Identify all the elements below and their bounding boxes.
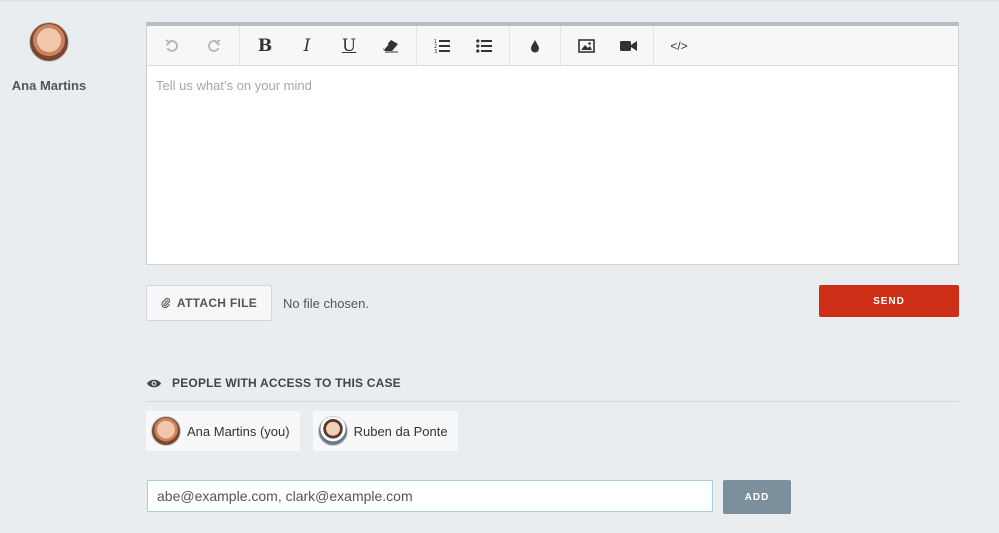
redo-icon xyxy=(208,38,221,52)
ordered-list-button[interactable]: 123 xyxy=(421,26,463,65)
history-group xyxy=(147,26,240,65)
attach-file-button[interactable]: ATTACH FILE xyxy=(146,285,272,321)
color-drop-icon xyxy=(531,39,539,52)
editor-toolbar: B I U 123 </> xyxy=(147,26,958,66)
list-group: 123 xyxy=(417,26,510,65)
add-button[interactable]: ADD xyxy=(723,480,791,514)
undo-icon xyxy=(165,38,178,52)
italic-button[interactable]: I xyxy=(286,26,328,65)
unordered-list-button[interactable] xyxy=(463,26,505,65)
person-chip[interactable]: Ruben da Ponte xyxy=(312,411,458,451)
undo-button[interactable] xyxy=(151,26,193,65)
invite-email-input[interactable] xyxy=(147,480,713,512)
code-group: </> xyxy=(654,26,704,65)
top-divider xyxy=(0,0,999,2)
author-name: Ana Martins xyxy=(11,78,87,93)
insert-image-button[interactable] xyxy=(565,26,607,65)
author-avatar xyxy=(29,22,69,62)
author-block: Ana Martins xyxy=(0,22,98,93)
unordered-list-icon xyxy=(476,38,492,53)
people-list: Ana Martins (you) Ruben da Ponte xyxy=(146,411,458,451)
clear-format-button[interactable] xyxy=(370,26,412,65)
file-status: No file chosen. xyxy=(283,296,369,311)
attach-file-label: ATTACH FILE xyxy=(176,296,258,310)
editor-placeholder[interactable]: Tell us what’s on your mind xyxy=(147,66,958,105)
insert-video-button[interactable] xyxy=(607,26,649,65)
eye-icon xyxy=(147,379,161,388)
paperclip-icon xyxy=(161,297,170,309)
access-header: PEOPLE WITH ACCESS TO THIS CASE xyxy=(146,376,959,402)
format-group: B I U xyxy=(240,26,417,65)
eraser-icon xyxy=(383,39,398,52)
ordered-list-icon: 123 xyxy=(434,39,450,54)
code-icon: </> xyxy=(670,38,688,53)
color-group xyxy=(510,26,561,65)
media-group xyxy=(561,26,654,65)
person-name: Ana Martins (you) xyxy=(187,423,290,439)
access-title: PEOPLE WITH ACCESS TO THIS CASE xyxy=(172,376,401,390)
send-button[interactable]: SEND xyxy=(819,285,959,317)
underline-button[interactable]: U xyxy=(328,26,370,65)
text-color-button[interactable] xyxy=(514,26,556,65)
video-icon xyxy=(619,40,637,51)
person-chip[interactable]: Ana Martins (you) xyxy=(146,411,300,451)
bold-button[interactable]: B xyxy=(244,26,286,65)
person-name: Ruben da Ponte xyxy=(353,423,448,439)
code-view-button[interactable]: </> xyxy=(658,26,700,65)
redo-button[interactable] xyxy=(193,26,235,65)
avatar xyxy=(151,416,181,446)
avatar xyxy=(317,416,348,446)
image-icon xyxy=(577,38,595,53)
message-editor: B I U 123 </> Tell us what’s on your min… xyxy=(146,22,959,265)
svg-text:3: 3 xyxy=(434,49,437,54)
